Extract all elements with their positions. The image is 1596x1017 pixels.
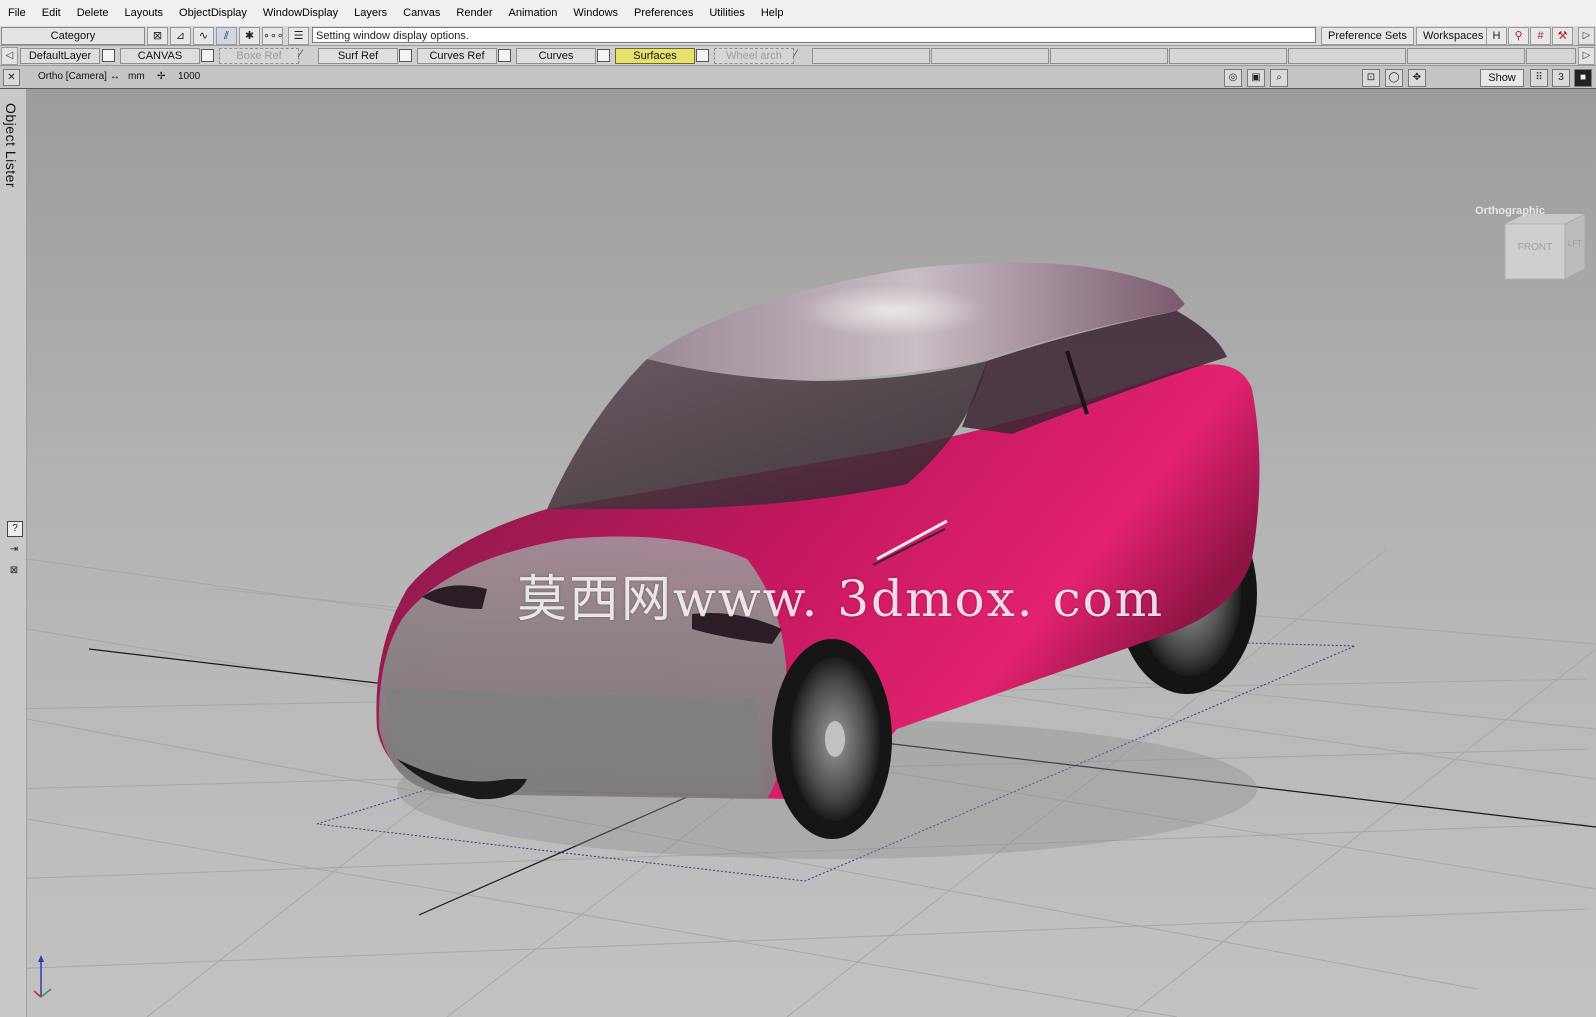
layout-grid-icon[interactable]: ⠿ [1530,69,1548,87]
prompt-line: Setting window display options. [312,27,1316,43]
layer-canvas-checkbox[interactable] [201,49,214,62]
toolbar-scroll-right-icon[interactable]: ▷ [1578,27,1595,45]
viewport-scene [27,89,1596,1017]
menu-objectdisplay[interactable]: ObjectDisplay [171,0,255,26]
category-selector[interactable]: Category [1,27,145,45]
workspaces-button[interactable]: Workspaces [1416,27,1491,45]
layer-empty-slot[interactable] [1526,48,1576,64]
viewcube-right-label: LFT [1568,239,1582,248]
toolbar: Category ⊠ ⊿ ∿ ⫽ ✱ ∘∘∘ ☰ Setting window … [0,26,1596,46]
layer-surf-ref[interactable]: Surf Ref [318,48,398,64]
viewcube-front-label: FRONT [1518,242,1552,253]
dock-icon[interactable]: ⇥ [7,543,21,557]
camera-dolly-icon[interactable]: ▣ [1247,69,1265,87]
maximize-icon[interactable]: ■ [1574,69,1592,87]
layer-surfaces-checkbox[interactable] [696,49,709,62]
menu-windowdisplay[interactable]: WindowDisplay [255,0,346,26]
menu-file[interactable]: File [0,0,34,26]
tool-red-icon[interactable]: ⚲ [1508,27,1529,45]
layer-curves-ref-checkbox[interactable] [498,49,511,62]
view-orbit-icon[interactable]: ◯ [1385,69,1403,87]
menu-animation[interactable]: Animation [501,0,566,26]
layer-boxe-ref[interactable]: Boxe Ref [219,48,299,64]
scale-value: 1000 [178,71,201,82]
menu-utilities[interactable]: Utilities [701,0,752,26]
preference-sets-button[interactable]: Preference Sets [1321,27,1414,45]
layer-defaultlayer[interactable]: DefaultLayer [20,48,100,64]
layer-surfaces[interactable]: Surfaces [615,48,695,64]
object-lister-tab[interactable]: Object Lister [3,103,19,188]
layer-empty-slot[interactable] [931,48,1049,64]
camera-tumble-icon[interactable]: ◎ [1224,69,1242,87]
layer-bar: ◁ DefaultLayer CANVAS Boxe Ref ⁄ Surf Re… [0,46,1596,66]
camera-label: Ortho [Camera] [38,71,107,82]
layer-curves-ref[interactable]: Curves Ref [417,48,497,64]
layer-empty-slot[interactable] [1050,48,1168,64]
layer-scroll-left-icon[interactable]: ◁ [1,47,18,65]
zoom-icon[interactable]: ⌕ [1270,69,1288,87]
menu-bar: File Edit Delete Layouts ObjectDisplay W… [0,0,1596,27]
menu-render[interactable]: Render [448,0,500,26]
menu-edit[interactable]: Edit [34,0,69,26]
layer-empty-slot[interactable] [1169,48,1287,64]
axis-triad [33,955,52,998]
layer-scroll-right-icon[interactable]: ▷ [1578,47,1595,65]
layer-boxe-ref-slash-icon: ⁄ [300,48,302,60]
units-arrow-icon: ↔ [110,71,120,82]
snap-icon[interactable]: ✱ [239,27,260,45]
pick-icon[interactable]: ⊠ [147,27,168,45]
layout-number[interactable]: 3 [1552,69,1570,87]
hammer-red-icon[interactable]: ⚒ [1552,27,1573,45]
layer-curves[interactable]: Curves [516,48,596,64]
layer-defaultlayer-checkbox[interactable] [102,49,115,62]
view-pan-icon[interactable]: ✥ [1408,69,1426,87]
help-icon[interactable]: ? [7,521,23,537]
menu-help[interactable]: Help [753,0,792,26]
watermark-text: 莫西网www. 3dmox. com [517,570,1165,628]
layer-empty-slot[interactable] [812,48,930,64]
viewport-titlebar: ✕ Ortho [Camera] ↔ mm ✢ 1000 ◎ ▣ ⌕ ⊡ ◯ ✥… [0,66,1596,89]
viewcube[interactable]: FRONT LFT [1495,214,1595,314]
close-window-icon[interactable]: ✕ [3,69,20,86]
scale-icon: ✢ [157,71,166,82]
projection-label: Orthographic [1475,205,1545,217]
menu-layouts[interactable]: Layouts [117,0,172,26]
layer-canvas[interactable]: CANVAS [120,48,200,64]
units-label: mm [128,71,145,82]
more-icon[interactable]: ∘∘∘ [262,27,284,45]
menu-preferences[interactable]: Preferences [626,0,701,26]
prompt-history-icon[interactable]: ☰ [288,27,309,45]
layer-curves-checkbox[interactable] [597,49,610,62]
curve-icon[interactable]: ∿ [193,27,214,45]
surface-icon[interactable]: ⫽ [216,27,237,45]
menu-canvas[interactable]: Canvas [395,0,448,26]
layer-surf-ref-checkbox[interactable] [399,49,412,62]
transform-icon[interactable]: ⊿ [170,27,191,45]
menu-windows[interactable]: Windows [565,0,626,26]
shelf-icon[interactable]: H [1486,27,1507,45]
grid-red-icon[interactable]: # [1530,27,1551,45]
layer-empty-slot[interactable] [1288,48,1406,64]
close-panel-icon[interactable]: ⊠ [7,564,21,578]
layer-wheel-arch[interactable]: Wheel arch [714,48,794,64]
layer-wheel-arch-slash-icon: ⁄ [795,48,797,60]
left-side-panel: Object Lister ? ⇥ ⊠ [0,89,27,1017]
front-wheel [772,639,892,839]
show-button[interactable]: Show [1480,69,1524,87]
layer-empty-slot[interactable] [1407,48,1525,64]
3d-viewport[interactable]: 莫西网www. 3dmox. com FRONT LFT Orthographi… [27,89,1596,1017]
menu-layers[interactable]: Layers [346,0,395,26]
menu-delete[interactable]: Delete [69,0,117,26]
view-frame-icon[interactable]: ⊡ [1362,69,1380,87]
